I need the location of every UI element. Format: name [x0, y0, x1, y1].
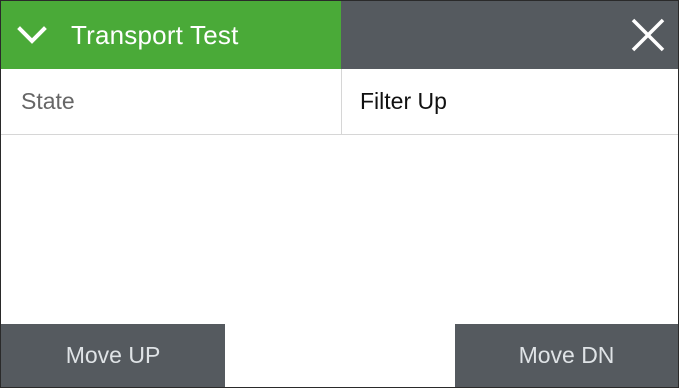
- transport-test-panel: Transport Test State Filter Up Move UP M…: [0, 0, 679, 388]
- table-row: State Filter Up: [1, 69, 678, 135]
- close-icon[interactable]: [626, 13, 670, 57]
- header-close-area: [341, 1, 678, 69]
- move-dn-button[interactable]: Move DN: [455, 324, 678, 387]
- state-value: Filter Up: [360, 88, 447, 114]
- header-title-area[interactable]: Transport Test: [1, 1, 341, 69]
- state-label: State: [1, 69, 342, 134]
- chevron-down-icon[interactable]: [15, 20, 49, 50]
- move-up-button[interactable]: Move UP: [1, 324, 225, 387]
- panel-header: Transport Test: [1, 1, 678, 69]
- panel-title: Transport Test: [71, 20, 239, 50]
